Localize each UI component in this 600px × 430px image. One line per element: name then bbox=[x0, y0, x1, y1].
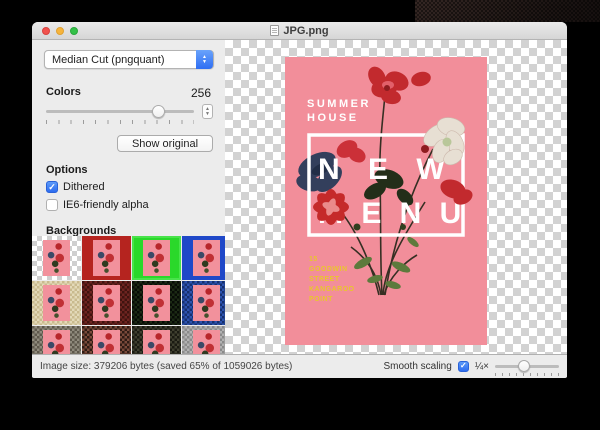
dithered-checkbox-row[interactable]: Dithered bbox=[46, 181, 105, 193]
status-bar: Image size: 379206 bytes (saved 65% of 1… bbox=[32, 354, 567, 377]
titlebar[interactable]: JPG.png bbox=[32, 22, 567, 40]
background-swatch[interactable] bbox=[82, 281, 131, 325]
image-size-status: Image size: 379206 bytes (saved 65% of 1… bbox=[40, 361, 292, 372]
poster-address-line: 15 bbox=[309, 256, 318, 263]
poster-thumbnail bbox=[143, 285, 170, 321]
background-swatch[interactable] bbox=[132, 236, 181, 280]
poster-thumbnail bbox=[93, 240, 120, 276]
poster-thumbnail bbox=[43, 285, 70, 321]
document-proxy-icon[interactable] bbox=[270, 25, 279, 36]
poster-thumbnail bbox=[193, 240, 220, 276]
smooth-scaling-checkbox[interactable] bbox=[458, 361, 469, 372]
ie6-label: IE6-friendly alpha bbox=[63, 199, 149, 211]
window-title: JPG.png bbox=[283, 25, 328, 37]
screen: JPG.png Median Cut (pngquant) ▲▼ Colors … bbox=[0, 0, 600, 430]
background-swatch[interactable] bbox=[32, 281, 81, 325]
colors-label: Colors bbox=[46, 86, 81, 98]
poster-image: SUMMER HOUSE N E W M E N U bbox=[285, 57, 487, 345]
dithered-label: Dithered bbox=[63, 181, 105, 193]
algorithm-dropdown-value: Median Cut (pngquant) bbox=[52, 54, 165, 66]
zoom-slider-thumb[interactable] bbox=[518, 360, 530, 372]
poster-address-line: STREET bbox=[309, 276, 340, 283]
preview-canvas[interactable]: SUMMER HOUSE N E W M E N U bbox=[225, 40, 567, 354]
imagealpha-window: JPG.png Median Cut (pngquant) ▲▼ Colors … bbox=[32, 22, 567, 378]
chevron-up-down-icon: ▲▼ bbox=[196, 50, 213, 69]
colors-slider[interactable] bbox=[46, 105, 194, 117]
zoom-button[interactable] bbox=[70, 27, 78, 35]
zoom-slider[interactable] bbox=[495, 360, 559, 372]
options-label: Options bbox=[46, 164, 88, 176]
poster-thumbnail bbox=[43, 240, 70, 276]
background-swatch[interactable] bbox=[32, 236, 81, 280]
background-swatch[interactable] bbox=[132, 281, 181, 325]
poster-thumbnail bbox=[193, 285, 220, 321]
smooth-scaling-label: Smooth scaling bbox=[383, 361, 451, 372]
minimize-button[interactable] bbox=[56, 27, 64, 35]
poster-title-line2: HOUSE bbox=[307, 112, 359, 124]
poster-address-line: KANGAROO bbox=[309, 286, 355, 293]
background-swatch[interactable] bbox=[182, 236, 231, 280]
background-swatch-grid bbox=[32, 236, 230, 370]
poster-address-line: POINT bbox=[309, 296, 333, 303]
colors-slider-ticks bbox=[46, 120, 194, 124]
traffic-lights bbox=[42, 27, 78, 35]
ie6-checkbox[interactable] bbox=[46, 199, 58, 211]
show-original-button[interactable]: Show original bbox=[117, 135, 213, 152]
colors-value: 256 bbox=[191, 86, 211, 100]
close-button[interactable] bbox=[42, 27, 50, 35]
ie6-checkbox-row[interactable]: IE6-friendly alpha bbox=[46, 199, 149, 211]
background-window-fragment bbox=[415, 0, 600, 22]
background-swatch[interactable] bbox=[82, 236, 131, 280]
dithered-checkbox[interactable] bbox=[46, 181, 58, 193]
colors-slider-thumb[interactable] bbox=[152, 105, 165, 118]
poster-thumbnail bbox=[143, 240, 170, 276]
sidebar: Median Cut (pngquant) ▲▼ Colors 256 ▲▼ S… bbox=[32, 40, 225, 354]
poster-address-line: GOODWIN bbox=[309, 266, 348, 273]
background-swatch[interactable] bbox=[182, 281, 231, 325]
poster-title-line1: SUMMER bbox=[307, 98, 371, 110]
algorithm-dropdown[interactable]: Median Cut (pngquant) ▲▼ bbox=[44, 50, 214, 69]
colors-stepper[interactable]: ▲▼ bbox=[202, 104, 213, 119]
colors-slider-track[interactable] bbox=[46, 110, 194, 113]
poster-thumbnail bbox=[93, 285, 120, 321]
zoom-level-label: ¼× bbox=[475, 361, 489, 372]
zoom-slider-ticks bbox=[495, 373, 559, 376]
